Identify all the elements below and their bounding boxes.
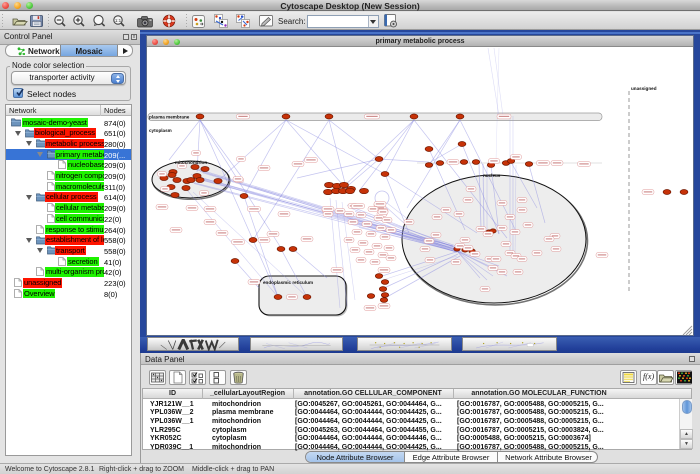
svg-text:unassigned: unassigned: [631, 86, 657, 91]
svg-text:plasma membrane: plasma membrane: [149, 115, 190, 120]
svg-text:Search:: Search:: [278, 17, 306, 26]
svg-text:nucleus: nucleus: [483, 173, 501, 178]
svg-text:endoplasmic reticulum: endoplasmic reticulum: [263, 280, 313, 285]
svg-text:cytoplasm: cytoplasm: [149, 128, 172, 133]
svg-text:mitochondrion: mitochondrion: [175, 160, 207, 165]
svg-text:1:1: 1:1: [115, 18, 122, 23]
